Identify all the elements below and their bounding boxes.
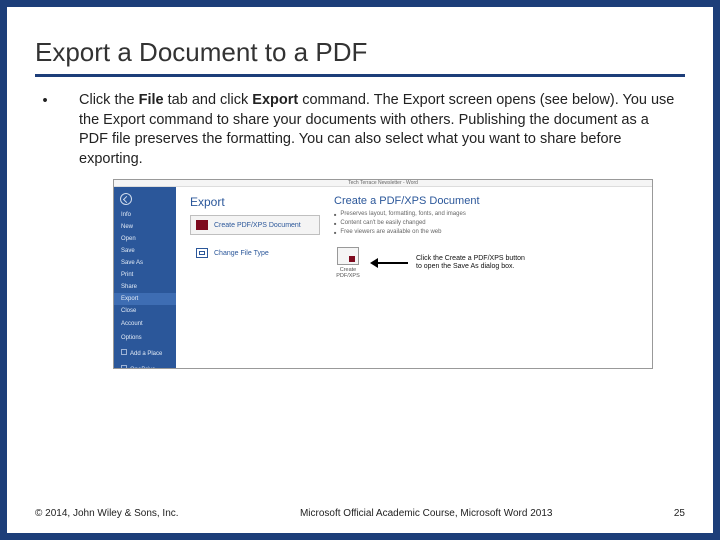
square-icon bbox=[121, 365, 127, 369]
export-heading: Export bbox=[190, 195, 320, 209]
sidebar-item-addplace[interactable]: Add a Place bbox=[114, 345, 176, 361]
file-type-icon bbox=[196, 248, 208, 258]
sidebar-item-saveas[interactable]: Save As bbox=[114, 257, 176, 269]
t2: tab and click bbox=[164, 92, 253, 108]
square-icon bbox=[121, 349, 127, 355]
bold-file: File bbox=[139, 92, 164, 108]
button-label: Create PDF/XPS bbox=[334, 267, 362, 279]
bold-export: Export bbox=[252, 92, 298, 108]
sidebar-item-options[interactable]: Options bbox=[114, 331, 176, 345]
bullet-marker: • bbox=[35, 91, 55, 169]
backstage-main: Export Create PDF/XPS Document Change Fi… bbox=[176, 187, 652, 369]
detail-line: Free viewers are available on the web bbox=[334, 229, 652, 237]
sidebar-item-export[interactable]: Export bbox=[114, 293, 176, 305]
callout-text: Click the Create a PDF/XPS button to ope… bbox=[416, 255, 525, 272]
sidebar-item-open[interactable]: Open bbox=[114, 233, 176, 245]
slide-title: Export a Document to a PDF bbox=[35, 37, 685, 77]
sidebar-item-close[interactable]: Close bbox=[114, 305, 176, 317]
pdf-icon bbox=[196, 220, 208, 230]
sidebar-item-share[interactable]: Share bbox=[114, 281, 176, 293]
t1: Click the bbox=[79, 92, 139, 108]
footer-page: 25 bbox=[674, 508, 685, 519]
option-label: Create PDF/XPS Document bbox=[214, 222, 301, 229]
footer-course: Microsoft Official Academic Course, Micr… bbox=[179, 508, 674, 519]
back-icon[interactable] bbox=[120, 193, 132, 205]
sidebar-item-onedrive[interactable]: OneDrive bbox=[114, 361, 176, 369]
backstage-sidebar: Info New Open Save Save As Print Share E… bbox=[114, 187, 176, 369]
slide-footer: © 2014, John Wiley & Sons, Inc. Microsof… bbox=[35, 508, 685, 519]
option-label: Change File Type bbox=[214, 250, 269, 257]
pdfxps-button-icon bbox=[337, 247, 359, 265]
sidebar-item-info[interactable]: Info bbox=[114, 209, 176, 221]
callout-line-1: Click the Create a PDF/XPS button bbox=[416, 255, 525, 263]
callout-line-2: to open the Save As dialog box. bbox=[416, 263, 525, 271]
slide: Export a Document to a PDF • Click the F… bbox=[7, 7, 713, 533]
option-change-file-type[interactable]: Change File Type bbox=[190, 243, 320, 263]
callout-arrow bbox=[370, 258, 408, 268]
sidebar-item-account[interactable]: Account bbox=[114, 317, 176, 331]
create-pdfxps-button[interactable]: Create PDF/XPS bbox=[334, 247, 362, 279]
detail-heading: Create a PDF/XPS Document bbox=[334, 195, 652, 207]
embedded-screenshot: Tech Terrace Newsletter - Word Info New … bbox=[113, 179, 653, 369]
sidebar-item-save[interactable]: Save bbox=[114, 245, 176, 257]
window-titlebar: Tech Terrace Newsletter - Word bbox=[114, 180, 652, 187]
footer-copyright: © 2014, John Wiley & Sons, Inc. bbox=[35, 508, 179, 519]
sidebar-item-new[interactable]: New bbox=[114, 221, 176, 233]
detail-line: Preserves layout, formatting, fonts, and… bbox=[334, 211, 652, 219]
option-create-pdfxps[interactable]: Create PDF/XPS Document bbox=[190, 215, 320, 235]
sidebar-item-print[interactable]: Print bbox=[114, 269, 176, 281]
detail-line: Content can't be easily changed bbox=[334, 220, 652, 228]
bullet-text: Click the File tab and click Export comm… bbox=[79, 91, 685, 169]
bullet-item: • Click the File tab and click Export co… bbox=[35, 91, 685, 169]
